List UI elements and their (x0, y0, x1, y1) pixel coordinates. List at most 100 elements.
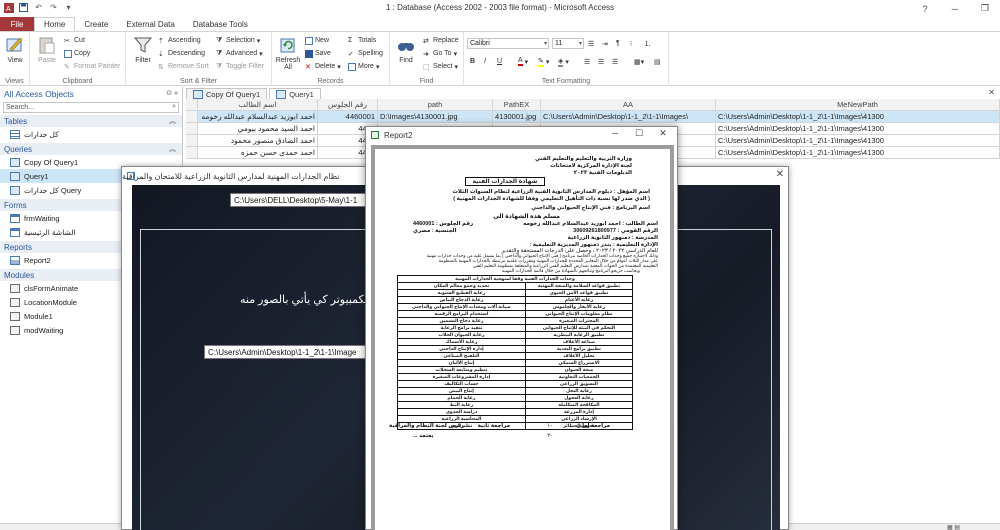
tab-create[interactable]: Create (75, 17, 117, 31)
more-button[interactable]: More ▾ (348, 61, 379, 72)
select-button[interactable]: ⬚ Select ▾ (423, 61, 458, 72)
tab-copy-of-query1[interactable]: Copy Of Query1 (186, 88, 268, 99)
close-icon[interactable]: ✕ (776, 169, 784, 180)
toggle-filter-button[interactable]: ⧩ Toggle Filter (216, 61, 264, 72)
copy-button[interactable]: Copy (64, 48, 90, 59)
table-cell[interactable]: C:\Users\Admin\Desktop\1-1_2\1-1\Images\… (716, 111, 1000, 123)
close-button[interactable]: ✕ (653, 128, 673, 139)
tab-query1[interactable]: Query1 (269, 88, 321, 99)
row-selector[interactable] (186, 147, 198, 159)
highlight-icon[interactable]: ✎ ▾ (538, 56, 549, 67)
row-selector[interactable] (186, 123, 198, 135)
align-right-icon[interactable]: ☰ (612, 56, 618, 67)
table-row: إدارة الإنتاج الداجني تطبيق برامج التغذية (397, 345, 634, 353)
nav-controls[interactable]: ⊙ « (166, 89, 178, 97)
totals-button[interactable]: Σ Totals (348, 35, 376, 46)
table-cell[interactable]: C:\Users\Admin\Desktop\1-1_2\1-1\Images\… (716, 123, 1000, 135)
row-selector[interactable] (186, 135, 198, 147)
underline-button[interactable]: U (497, 56, 502, 67)
table-row: رعاية الحمام رعاية العجول (397, 394, 634, 402)
table-cell[interactable]: احمد الصادق منصور محمود (198, 135, 318, 147)
column-header-pathex[interactable]: PathEX (493, 99, 541, 111)
table-row[interactable]: احمد ابوزيد عبدالسلام عبدالله رخومه 4460… (186, 111, 1000, 123)
tab-database-tools[interactable]: Database Tools (184, 17, 257, 31)
select-all-cell[interactable] (186, 99, 198, 111)
decrease-list-level-icon[interactable]: ☰ (588, 38, 594, 49)
nav-item-table[interactable]: كل جدارات (0, 127, 182, 141)
tab-file[interactable]: File (0, 17, 34, 31)
filter-button[interactable]: Filter (129, 35, 157, 64)
numbering-icon[interactable]: ⒈ (644, 38, 651, 49)
delete-record-button[interactable]: ✕ Delete ▾ (305, 61, 341, 72)
column-header-student-name[interactable]: اسم الطالب (198, 99, 318, 111)
nav-search-input[interactable]: Search... ⌕ (3, 102, 179, 113)
units-table: وحدات الجدارات الفنية وفقا لمنهجية الجدا… (397, 275, 634, 430)
table-cell[interactable]: C:\Users\Admin\Desktop\1-1_2\1-1\Images\… (716, 147, 1000, 159)
align-left-icon[interactable]: ☰ (584, 56, 590, 67)
gridlines-icon[interactable]: ▦▾ (634, 56, 644, 67)
table-cell[interactable]: 4130001.jpg (493, 111, 541, 123)
column-header-aa[interactable]: AA (541, 99, 716, 111)
view-switcher[interactable]: ▦ ▤ (947, 524, 960, 530)
nav-group-tables[interactable]: Tables ︽ (0, 115, 182, 127)
certificate-title: شهادة الجدارات الفنية (465, 177, 545, 186)
advanced-button[interactable]: ⧩ Advanced ▾ (216, 48, 263, 59)
selection-button[interactable]: ⧩ Selection ▾ (216, 35, 260, 46)
ribbon: View Views Paste ✂ Cut Copy ✎ Format Paint… (0, 31, 1000, 86)
bullets-icon[interactable]: ⁝ (630, 38, 632, 49)
table-cell[interactable]: C:\Users\Admin\Desktop\1-1_2\1-1\Images\ (541, 111, 716, 123)
font-name-combo[interactable]: Calibri ▾ (467, 38, 549, 49)
alternate-fill-icon[interactable]: ▤ (654, 56, 661, 67)
path-input-2[interactable]: C:\Users\Admin\Desktop\1-1_2\1-1\Image (204, 345, 366, 359)
goto-button[interactable]: ➜ Go To ▾ (423, 48, 457, 59)
table-row: رعاية الأسماك صناعة الأعلاف (397, 338, 634, 346)
paragraph-direction-icon[interactable]: ¶ (616, 38, 620, 49)
sigma-icon: Σ (348, 36, 353, 44)
table-cell[interactable]: D:\Images\4130001.jpg (378, 111, 493, 123)
find-button[interactable]: Find (392, 35, 420, 64)
table-row: استخدام البرامج الرقمية نظام معلومات الإن… (397, 310, 634, 318)
query-icon (10, 185, 20, 195)
align-center-icon[interactable]: ☰ (598, 56, 604, 67)
nav-group-queries[interactable]: Queries ︽ (0, 143, 182, 155)
row-selector[interactable] (186, 111, 198, 123)
column-header-seat-number[interactable]: رقم الجلوس (318, 99, 378, 111)
help-icon[interactable]: ? (910, 0, 940, 17)
report-window: Report2 ─ ☐ ✕ وزارة التربية والتعليم وال… (365, 126, 678, 530)
column-header-path[interactable]: path (378, 99, 493, 111)
column-header-menewpath[interactable]: MeNewPath (716, 99, 1000, 111)
spelling-button[interactable]: ✓ Spelling (348, 48, 383, 59)
replace-button[interactable]: ⇄ Replace (423, 35, 459, 46)
minimize-button[interactable]: ─ (940, 0, 970, 17)
increase-indent-icon[interactable]: ⇥ (602, 38, 608, 49)
table-cell[interactable]: احمد السيد محمود بيومي (198, 123, 318, 135)
table-cell[interactable]: C:\Users\Admin\Desktop\1-1_2\1-1\Images\… (716, 135, 1000, 147)
font-size-combo[interactable]: 11 ▾ (552, 38, 584, 49)
cut-button[interactable]: ✂ Cut (64, 35, 85, 46)
ascending-button[interactable]: ⇡ Ascending (158, 35, 201, 46)
restore-button[interactable]: ❐ (970, 0, 1000, 17)
view-button[interactable]: View (1, 35, 29, 64)
fill-color-icon[interactable]: ◈ ▾ (558, 56, 569, 67)
table-cell[interactable]: احمد ابوزيد عبدالسلام عبدالله رخومه (198, 111, 318, 123)
refresh-all-button[interactable]: Refresh All (274, 35, 302, 71)
tab-home[interactable]: Home (34, 17, 76, 31)
format-painter-button[interactable]: ✎ Format Painter (64, 61, 120, 72)
paste-button[interactable]: Paste (33, 35, 61, 64)
minimize-button[interactable]: ─ (605, 128, 625, 138)
tab-external-data[interactable]: External Data (117, 17, 183, 31)
descending-button[interactable]: ⇣ Descending (158, 48, 205, 59)
save-record-button[interactable]: Save (305, 48, 331, 59)
table-cell[interactable]: احمد حمدى حسن حمزه (198, 147, 318, 159)
nav-header[interactable]: All Access Objects ⊙ « (0, 87, 182, 101)
window-title: 1 : Database (Access 2002 - 2003 file fo… (385, 3, 615, 12)
remove-sort-button[interactable]: ⇅ Remove Sort (158, 61, 209, 72)
bold-button[interactable]: B (470, 56, 475, 67)
query-icon (10, 171, 20, 181)
maximize-button[interactable]: ☐ (629, 128, 649, 139)
table-cell[interactable]: 4460001 (318, 111, 378, 123)
new-record-button[interactable]: New (305, 35, 329, 46)
italic-button[interactable]: I (484, 56, 486, 67)
close-document-icon[interactable]: ✕ (988, 88, 995, 97)
font-color-icon[interactable]: A ▾ (518, 56, 528, 67)
